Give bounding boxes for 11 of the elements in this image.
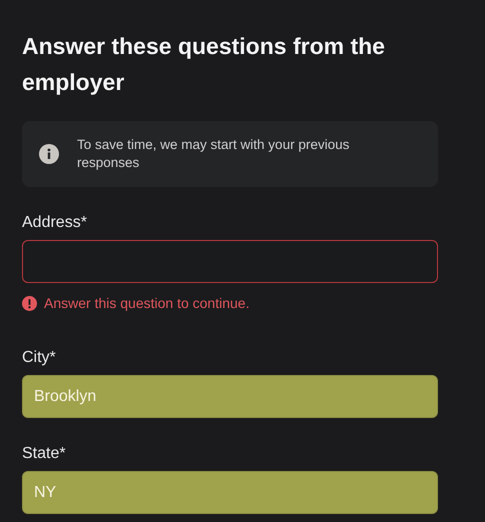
info-icon xyxy=(39,144,59,164)
field-label: Address* xyxy=(22,213,88,233)
field-label: State* xyxy=(22,444,67,464)
input-field[interactable] xyxy=(22,240,438,283)
page-heading: Answer these questions from the employer xyxy=(22,32,386,97)
error-icon xyxy=(22,296,37,310)
error-message: Answer this question to continue. xyxy=(44,294,250,312)
field-label: City* xyxy=(22,348,57,368)
input-field[interactable]: Brooklyn xyxy=(22,375,438,418)
notice-text: To save time, we may start with your previous responses xyxy=(77,136,350,172)
input-field[interactable]: NY xyxy=(22,471,438,514)
